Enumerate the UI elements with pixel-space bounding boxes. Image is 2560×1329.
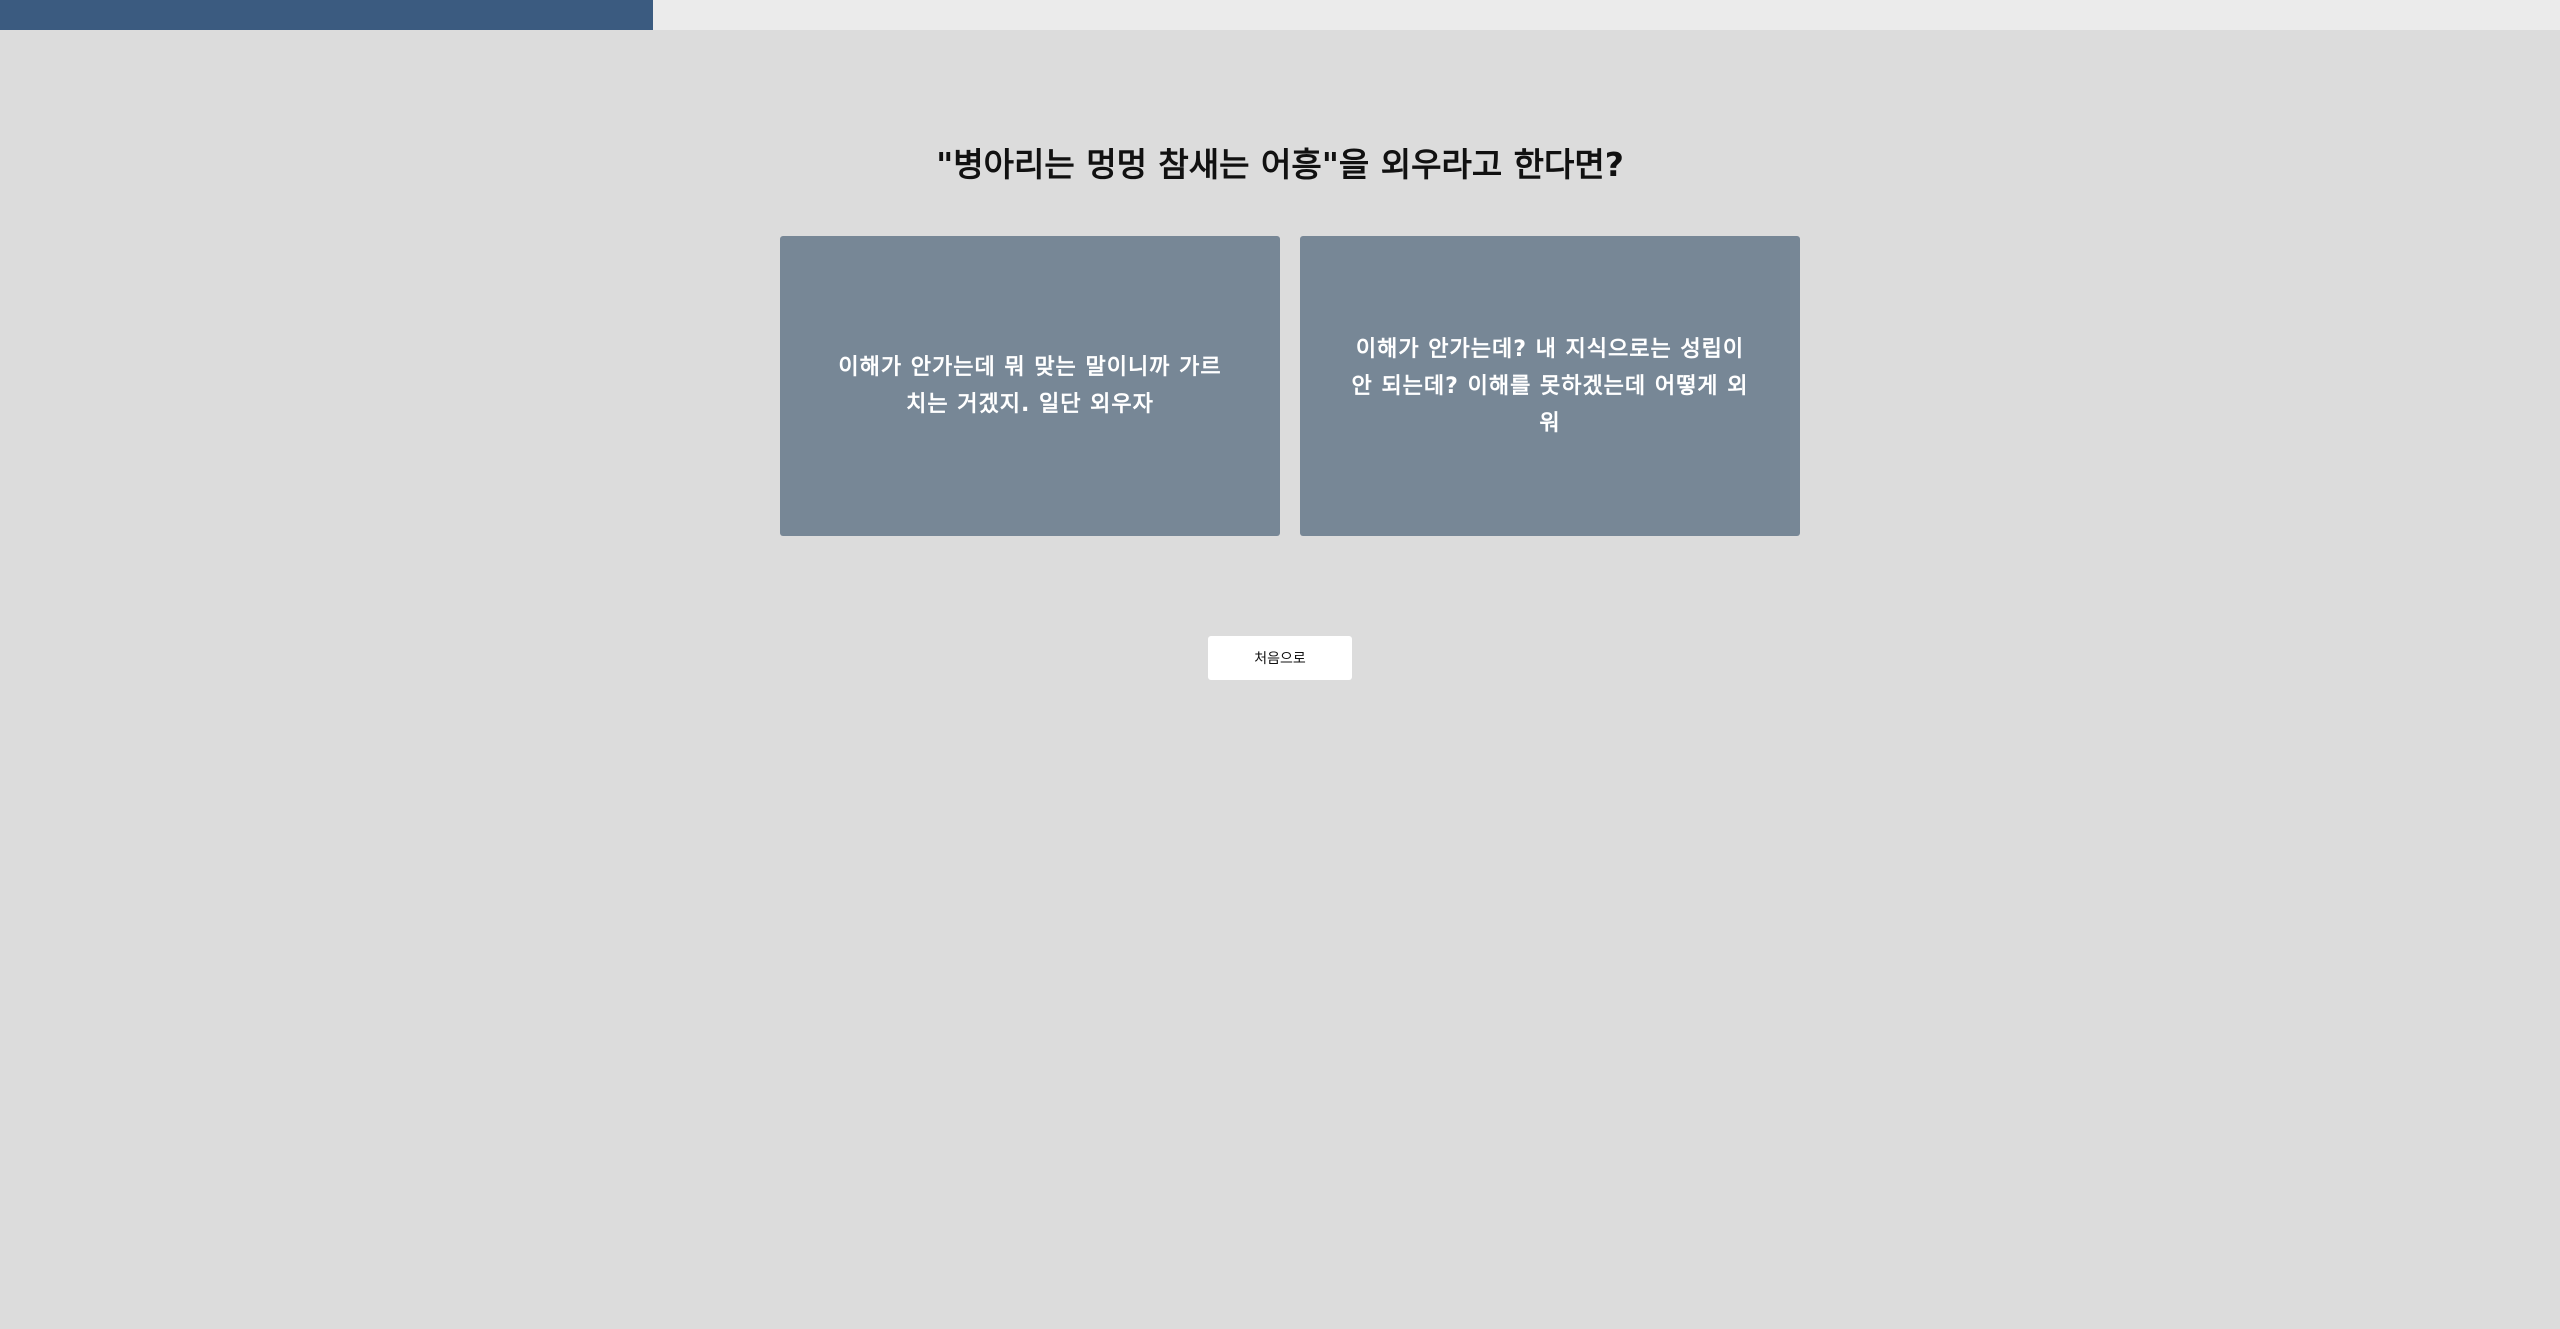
restart-button[interactable]: 처음으로: [1208, 636, 1352, 680]
answer-options: 이해가 안가는데 뭐 맞는 말이니까 가르치는 거겠지. 일단 외우자 이해가 …: [780, 236, 1800, 536]
answer-option-b-label: 이해가 안가는데? 내 지식으로는 성립이 안 되는데? 이해를 못하겠는데 어…: [1351, 336, 1749, 436]
answer-option-b[interactable]: 이해가 안가는데? 내 지식으로는 성립이 안 되는데? 이해를 못하겠는데 어…: [1300, 236, 1800, 536]
question-title: "병아리는 멍멍 참새는 어흥"을 외우라고 한다면?: [936, 145, 1624, 184]
progress-bar: [0, 0, 2560, 30]
answer-option-a[interactable]: 이해가 안가는데 뭐 맞는 말이니까 가르치는 거겠지. 일단 외우자: [780, 236, 1280, 536]
progress-bar-fill: [0, 0, 653, 30]
answer-option-a-label: 이해가 안가는데 뭐 맞는 말이니까 가르치는 거겠지. 일단 외우자: [838, 355, 1222, 417]
